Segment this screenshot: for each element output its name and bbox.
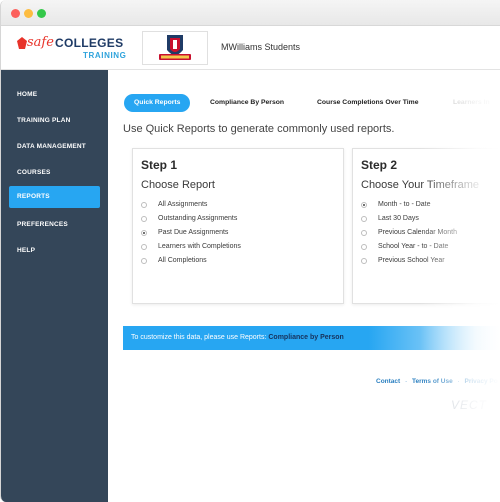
customize-info-bar: To customize this data, please use Repor…: [123, 326, 500, 350]
tab-course-completions-over-time[interactable]: Course Completions Over Time: [317, 94, 418, 112]
sidebar-item-home[interactable]: HOME: [9, 84, 100, 106]
option-label: School Year - to - Date: [378, 243, 449, 250]
sidebar-item-help[interactable]: HELP: [9, 240, 100, 262]
footer-vector-logo: VECT: [451, 398, 488, 412]
school-crest-icon: [159, 35, 191, 60]
option-label: Month - to - Date: [378, 201, 431, 208]
close-window-button[interactable]: [11, 9, 20, 18]
option-label: Previous Calendar Month: [378, 229, 457, 236]
tab-compliance-by-person[interactable]: Compliance By Person: [210, 94, 284, 112]
sidebar-item-training-plan[interactable]: TRAINING PLAN: [9, 110, 100, 132]
compliance-by-person-link[interactable]: Compliance by Person: [268, 334, 343, 341]
sidebar-nav: HOME TRAINING PLAN DATA MANAGEMENT COURS…: [1, 70, 108, 502]
radio-button[interactable]: [141, 202, 147, 208]
school-logo-badge: [142, 31, 208, 65]
step1-card: Step 1 Choose Report All Assignments Out…: [132, 148, 344, 304]
radio-button[interactable]: [361, 230, 367, 236]
radio-button[interactable]: [141, 216, 147, 222]
footer-privacy-link[interactable]: Privacy Po: [465, 378, 498, 385]
radio-button[interactable]: [361, 244, 367, 250]
sidebar-item-courses[interactable]: COURSES: [9, 162, 100, 184]
safecolleges-logo[interactable]: safe COLLEGES TRAINING: [17, 35, 126, 63]
window-titlebar: [1, 0, 500, 26]
tab-quick-reports[interactable]: Quick Reports: [124, 94, 191, 112]
radio-button-selected[interactable]: [361, 202, 367, 208]
logo-training-text: TRAINING: [83, 51, 127, 60]
main-content: Quick Reports Compliance By Person Cours…: [108, 70, 500, 502]
step2-title: Step 2: [361, 158, 398, 172]
step2-card: Step 2 Choose Your Timeframe Month - to …: [352, 148, 500, 304]
minimize-window-button[interactable]: [24, 9, 33, 18]
option-label: All Completions: [158, 257, 207, 264]
footer-links: Contact · Terms of Use · Privacy Po: [376, 378, 498, 385]
radio-button[interactable]: [141, 244, 147, 250]
step2-subtitle: Choose Your Timeframe: [361, 179, 480, 191]
option-label: All Assignments: [158, 201, 208, 208]
sidebar-item-data-management[interactable]: DATA MANAGEMENT: [9, 136, 100, 158]
maximize-window-button[interactable]: [37, 9, 46, 18]
step1-subtitle: Choose Report: [141, 179, 215, 191]
page-intro-text: Use Quick Reports to generate commonly u…: [123, 123, 395, 135]
radio-button[interactable]: [361, 216, 367, 222]
logo-colleges-text: COLLEGES: [55, 36, 124, 50]
logo-safe-text: safe: [27, 35, 54, 50]
tab-learners-in[interactable]: Learners In: [453, 94, 490, 112]
option-label: Learners with Completions: [158, 243, 241, 250]
info-text: To customize this data, please use Repor…: [131, 334, 269, 341]
sidebar-item-preferences[interactable]: PREFERENCES: [9, 214, 100, 236]
organization-name: MWilliams Students: [221, 42, 301, 52]
radio-button[interactable]: [141, 258, 147, 264]
option-label: Previous School Year: [378, 257, 445, 264]
option-label: Outstanding Assignments: [158, 215, 238, 222]
sidebar-item-reports[interactable]: REPORTS: [9, 186, 100, 208]
footer-terms-link[interactable]: Terms of Use: [412, 378, 453, 385]
option-label: Past Due Assignments: [158, 229, 229, 236]
option-label: Last 30 Days: [378, 215, 419, 222]
footer-contact-link[interactable]: Contact: [376, 378, 400, 385]
footer-separator: ·: [405, 378, 408, 385]
radio-button-selected[interactable]: [141, 230, 147, 236]
footer-separator: ·: [457, 378, 460, 385]
app-window: safe COLLEGES TRAINING MWilliams Student…: [0, 0, 500, 502]
app-header: safe COLLEGES TRAINING MWilliams Student…: [1, 26, 500, 70]
logo-mark-icon: [17, 37, 27, 49]
step1-title: Step 1: [141, 158, 178, 172]
radio-button[interactable]: [361, 258, 367, 264]
